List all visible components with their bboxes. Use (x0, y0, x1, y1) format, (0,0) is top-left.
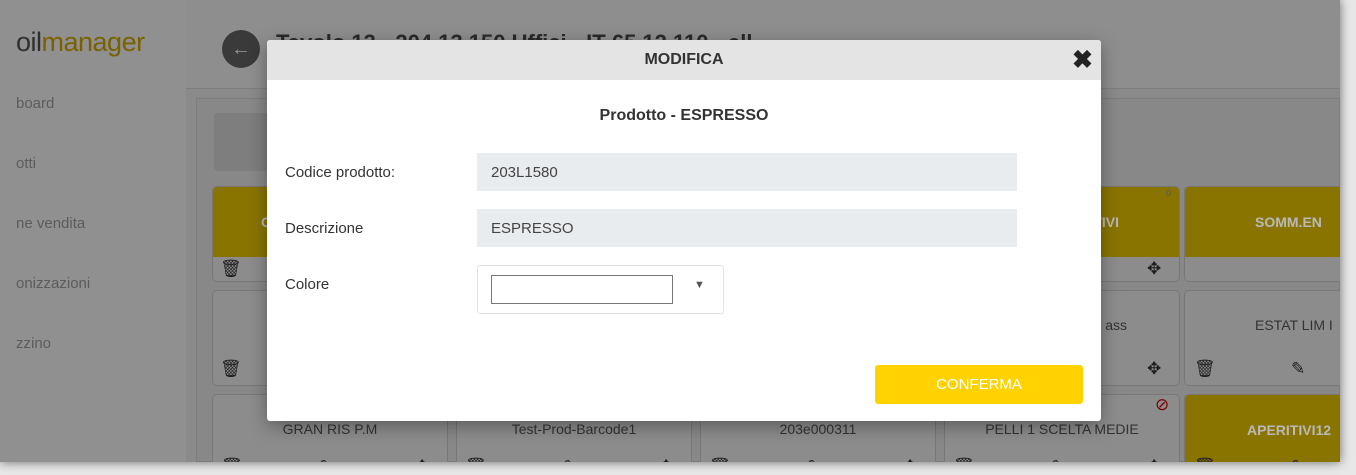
caret-down-icon[interactable]: ▼ (694, 279, 705, 291)
trash-icon[interactable]: 🗑 (1194, 359, 1216, 379)
edit-product-modal: MODIFICA ✖ Prodotto - ESPRESSO Codice pr… (267, 40, 1101, 421)
move-icon[interactable]: ✥ (903, 457, 917, 462)
edit-icon[interactable]: ✎ (563, 457, 577, 462)
move-icon[interactable]: ✥ (415, 457, 429, 462)
trash-icon[interactable]: 🗑 (220, 359, 242, 379)
back-button[interactable]: ← (222, 30, 260, 68)
edit-icon[interactable]: ✎ (319, 457, 333, 462)
product-label: GRAN RIS P.M (282, 421, 378, 437)
sidebar-item-magazzino[interactable]: zzino (16, 335, 51, 352)
category-label: APERITIVI12 (1185, 395, 1340, 462)
move-icon[interactable]: ✥ (659, 457, 673, 462)
confirm-button[interactable]: CONFERMA (875, 365, 1083, 404)
product-label: ESTAT LIM I (1255, 317, 1333, 333)
trash-icon[interactable]: 🗑 (953, 457, 975, 462)
trash-icon[interactable]: 🗑 (221, 457, 243, 462)
close-icon[interactable]: ✖ (1072, 45, 1093, 75)
product-card[interactable]: ESTAT LIM I 🗑 ✎ (1184, 290, 1340, 386)
move-icon[interactable]: ✥ (1147, 457, 1161, 462)
edit-icon[interactable]: ✎ (1051, 457, 1065, 462)
app-logo: oilmanager (16, 27, 145, 58)
back-arrow-icon: ← (231, 37, 251, 60)
category-label: SOMM.EN (1185, 187, 1340, 257)
move-icon[interactable]: ✥ (1147, 259, 1161, 279)
sidebar-item-prodotti[interactable]: otti (16, 155, 36, 172)
sidebar: oilmanager board otti ne vendita onizzaz… (0, 0, 186, 462)
product-label: Test-Prod-Barcode1 (511, 421, 637, 437)
logo-part-oil: oil (16, 27, 42, 57)
color-swatch[interactable] (491, 275, 673, 304)
description-label: Descrizione (285, 220, 364, 237)
trash-icon[interactable]: 🗑 (1194, 457, 1216, 462)
logo-part-manager: manager (41, 27, 146, 57)
ban-icon: ⊘ (1155, 395, 1170, 414)
app-window: oilmanager board otti ne vendita onizzaz… (0, 0, 1340, 462)
trash-icon[interactable]: 🗑 (709, 457, 731, 462)
product-code-label: Codice prodotto: (285, 164, 396, 181)
edit-icon[interactable]: ✎ (807, 457, 821, 462)
sidebar-item-vendita[interactable]: ne vendita (16, 215, 85, 232)
color-picker[interactable]: ▼ (477, 265, 724, 314)
modal-subtitle: Prodotto - ESPRESSO (599, 107, 769, 124)
trash-icon[interactable]: 🗑 (465, 457, 487, 462)
description-input[interactable] (477, 209, 1017, 247)
trash-icon[interactable]: 🗑 (220, 259, 242, 279)
product-label: 203e000311 (779, 421, 857, 437)
move-icon[interactable]: ✥ (1147, 359, 1161, 379)
color-label: Colore (285, 276, 330, 293)
count-badge: 0 (1165, 188, 1171, 198)
product-code-input[interactable] (477, 153, 1017, 191)
edit-icon[interactable]: ✎ (1291, 457, 1305, 462)
sidebar-item-dashboard[interactable]: board (16, 95, 54, 112)
modal-header: MODIFICA ✖ (267, 40, 1101, 80)
category-card[interactable]: SOMM.EN (1184, 186, 1340, 282)
edit-icon[interactable]: ✎ (1291, 359, 1305, 379)
category-card[interactable]: APERITIVI12 🗑 ✎ (1184, 394, 1340, 462)
modal-title: MODIFICA (644, 51, 724, 68)
sidebar-item-sincronizzazioni[interactable]: onizzazioni (16, 275, 90, 292)
product-label: PELLI 1 SCELTA MEDIE (985, 421, 1139, 437)
